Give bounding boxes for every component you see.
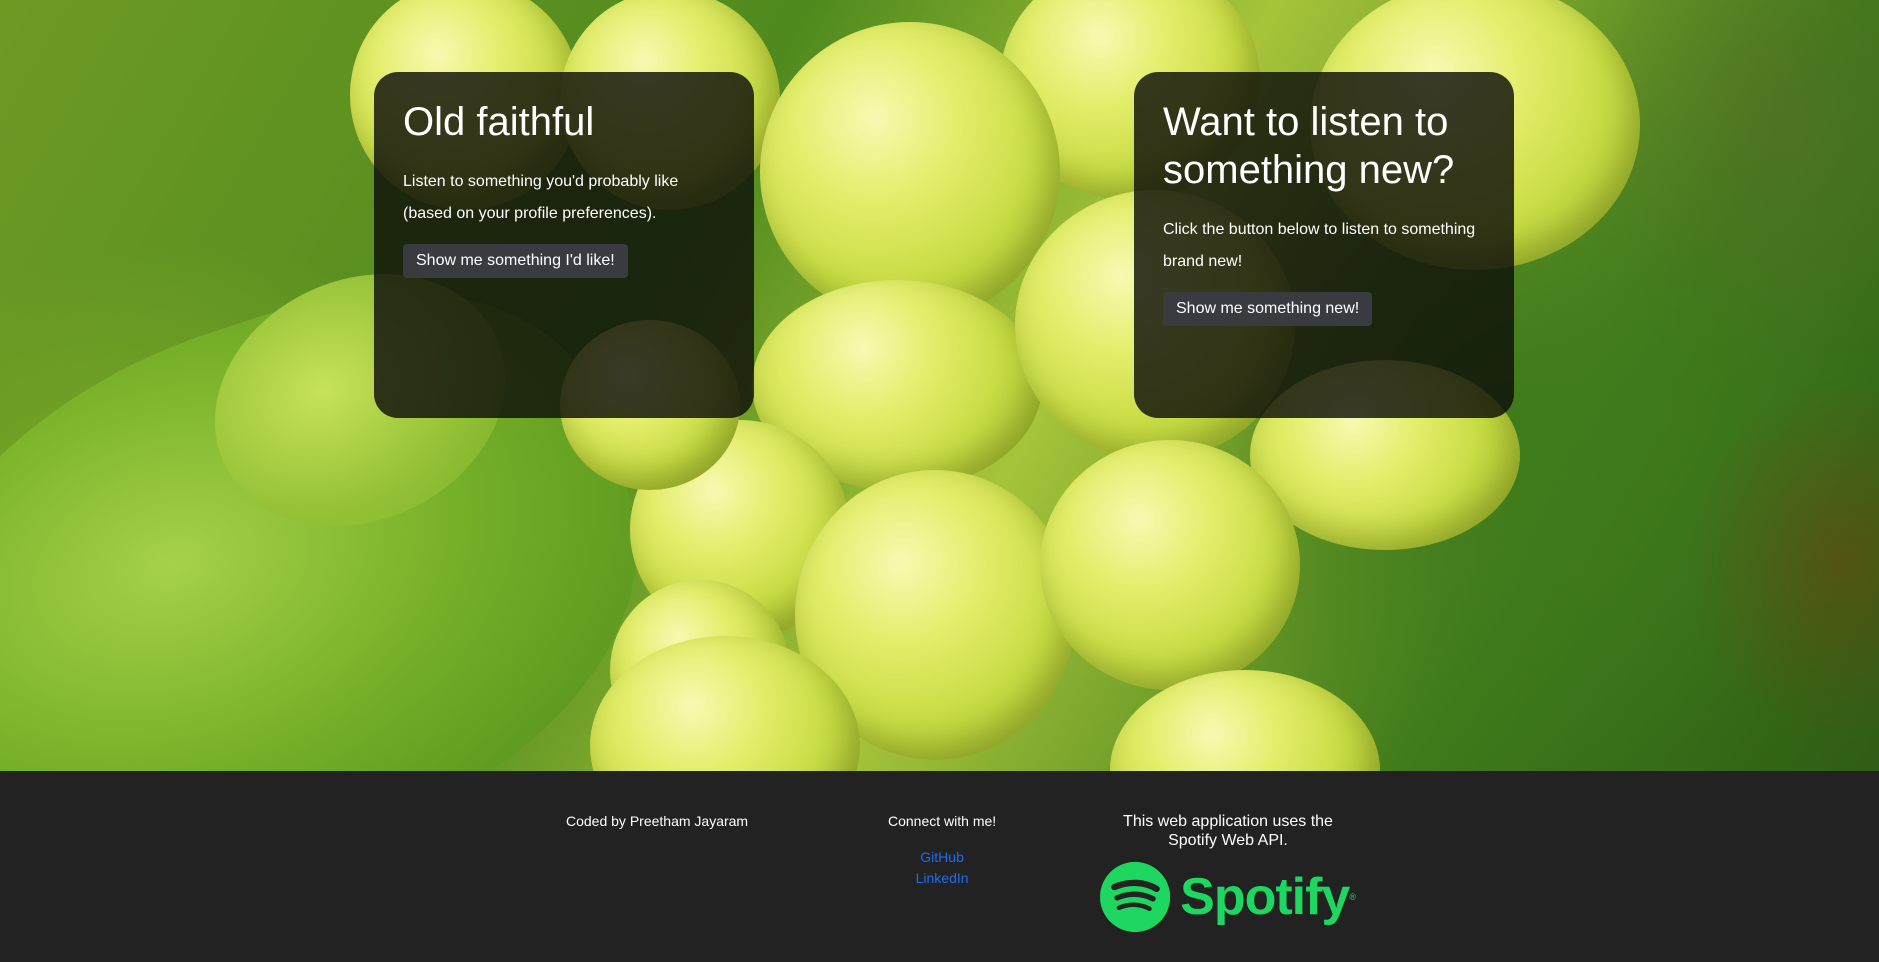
something-new-card: Want to listen to something new? Click t… <box>1134 72 1514 418</box>
spotify-wordmark: Spotify <box>1180 867 1350 926</box>
old-faithful-card: Old faithful Listen to something you'd p… <box>374 72 754 418</box>
footer-credit: Coded by Preetham Jayaram <box>566 813 749 829</box>
connect-heading: Connect with me! <box>888 813 997 829</box>
card-title: Old faithful <box>403 100 595 144</box>
card-description: Listen to something you'd probably like … <box>403 173 679 222</box>
social-links: GitHub LinkedIn <box>888 847 996 889</box>
show-liked-button[interactable]: Show me something I'd like! <box>403 244 628 278</box>
grape <box>760 22 1060 322</box>
spotify-logo: Spotify ® <box>1100 858 1356 936</box>
footer: Coded by Preetham Jayaram Connect with m… <box>0 771 1879 962</box>
hero-background <box>0 0 1879 771</box>
show-new-button[interactable]: Show me something new! <box>1163 292 1373 326</box>
spotify-icon <box>1100 861 1171 933</box>
footer-connect: Connect with me! GitHub LinkedIn <box>888 813 996 889</box>
grape <box>1040 440 1300 690</box>
footer-spotify: This web application uses the Spotify We… <box>1100 812 1356 936</box>
api-note: This web application uses the Spotify We… <box>1123 813 1333 849</box>
card-description: Click the button below to listen to some… <box>1163 221 1476 270</box>
card-title: Want to listen to something new? <box>1163 100 1455 192</box>
linkedin-link[interactable]: LinkedIn <box>888 868 996 889</box>
registered-mark: ® <box>1349 891 1356 902</box>
github-link[interactable]: GitHub <box>888 847 996 868</box>
